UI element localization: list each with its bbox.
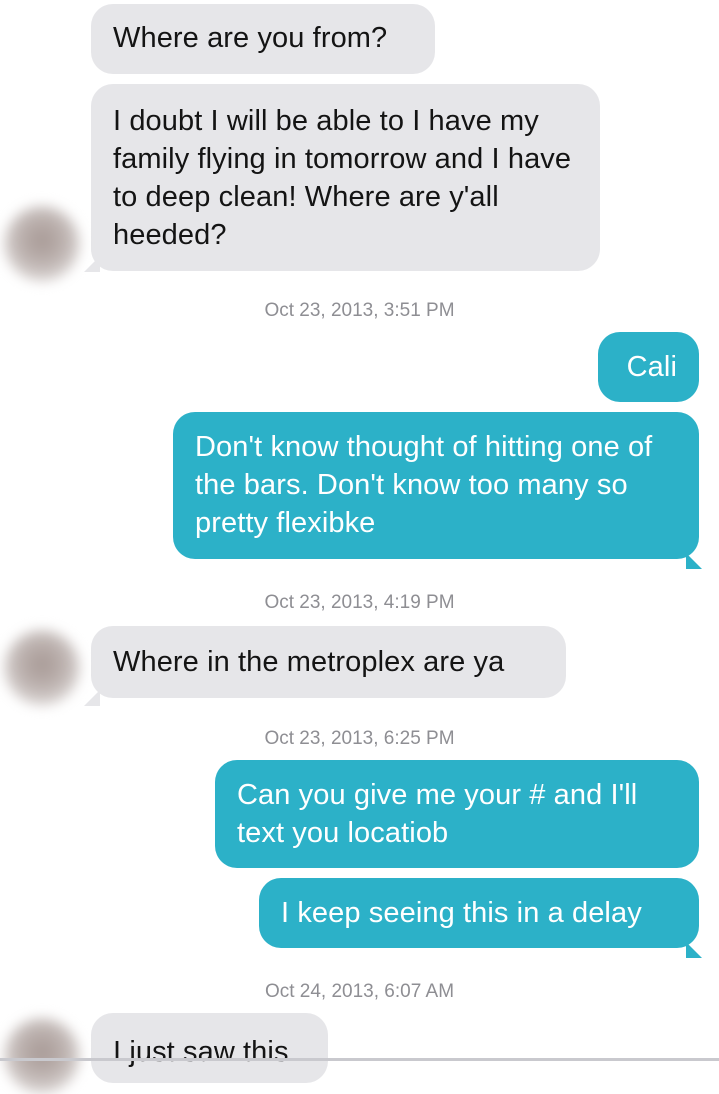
message-text: Where in the metroplex are ya (113, 646, 505, 678)
message-timestamp: Oct 23, 2013, 4:19 PM (264, 592, 455, 613)
outgoing-message-bubble[interactable]: I keep seeing this in a delay (259, 878, 699, 948)
message-text: Cali (626, 351, 677, 383)
incoming-message-bubble[interactable]: I doubt I will be able to I have my fami… (91, 84, 600, 271)
incoming-message-bubble[interactable]: Where in the metroplex are ya (91, 626, 566, 698)
incoming-bubble-tail (84, 690, 100, 706)
message-text: I just saw this (113, 1036, 289, 1068)
message-timestamp: Oct 23, 2013, 3:51 PM (264, 300, 455, 321)
incoming-bubble-tail (84, 256, 100, 272)
message-text: Can you give me your # and I'll text you… (237, 779, 638, 849)
incoming-message-bubble[interactable]: I just saw this (91, 1013, 328, 1083)
incoming-message-bubble[interactable]: Where are you from? (91, 4, 435, 74)
message-text: I doubt I will be able to I have my fami… (113, 105, 572, 251)
contact-avatar[interactable] (4, 630, 80, 706)
message-timestamp: Oct 23, 2013, 6:25 PM (264, 728, 455, 749)
contact-avatar[interactable] (4, 206, 80, 282)
outgoing-message-bubble[interactable]: Can you give me your # and I'll text you… (215, 760, 699, 868)
outgoing-bubble-tail (686, 942, 702, 958)
message-text: I keep seeing this in a delay (281, 897, 642, 929)
outgoing-message-bubble[interactable]: Cali (598, 332, 699, 402)
message-text: Don't know thought of hitting one of the… (195, 431, 653, 539)
outgoing-bubble-tail (686, 553, 702, 569)
message-text: Where are you from? (113, 22, 388, 54)
outgoing-message-bubble[interactable]: Don't know thought of hitting one of the… (173, 412, 699, 559)
contact-avatar[interactable] (4, 1018, 80, 1094)
message-timestamp: Oct 24, 2013, 6:07 AM (264, 981, 455, 1002)
